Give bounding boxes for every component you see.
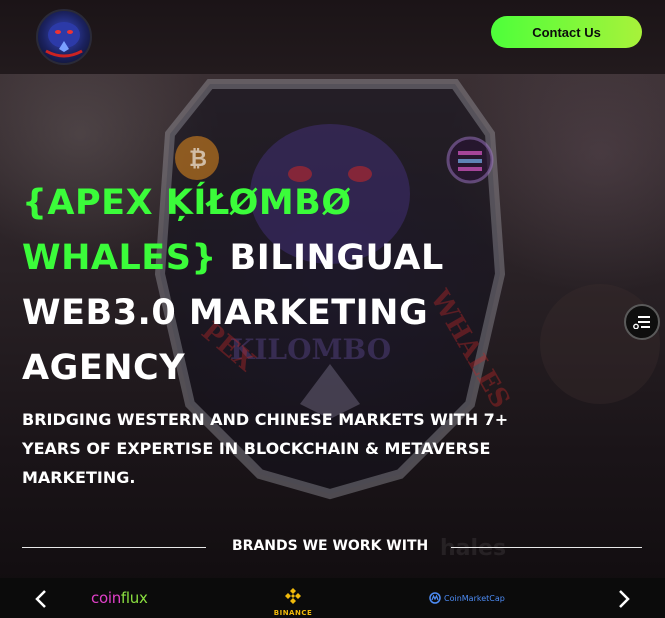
hero-subtitle: BRIDGING WESTERN AND CHINESE MARKETS WIT…	[22, 410, 509, 487]
whale-gorilla-logo-icon	[45, 22, 83, 58]
brand-logo-coinflux: coinflux	[91, 589, 148, 607]
coinmarketcap-text: CoinMarketCap	[444, 593, 505, 603]
floating-menu-button[interactable]	[624, 304, 660, 340]
coinflux-text-coin: coin	[91, 589, 121, 607]
hero-title-line-4: AGENCY	[22, 348, 186, 388]
coinmarketcap-icon	[429, 592, 441, 604]
brand-logo-coinmarketcap: CoinMarketCap	[429, 592, 505, 604]
hero-title-bilingual: BILINGUAL	[216, 238, 444, 278]
brands-divider-left	[22, 547, 206, 548]
brand-logo-binance: BINANCE	[270, 588, 316, 617]
brands-divider-right	[451, 547, 642, 548]
svg-text:₿: ₿	[189, 147, 207, 172]
chevron-right-icon	[619, 590, 630, 608]
brands-heading: BRANDS WE WORK WITH	[232, 538, 429, 554]
site-header: Contact Us	[0, 0, 665, 74]
hero-title-line-3: WEB3.0 MARKETING	[22, 293, 429, 333]
carousel-prev-button[interactable]	[31, 589, 51, 611]
hero-title-brand-line-2: WHALES}	[22, 238, 217, 278]
hero-title-brand-line-1: {APEX ĶÍŁØMBØ	[22, 183, 352, 223]
carousel-next-button[interactable]	[614, 589, 634, 611]
menu-list-icon	[633, 316, 650, 329]
binance-diamond-icon	[285, 588, 301, 604]
brand-logo[interactable]	[36, 9, 92, 65]
binance-text: BINANCE	[273, 609, 313, 617]
chevron-left-icon	[35, 590, 46, 608]
contact-us-button[interactable]: Contact Us	[491, 16, 642, 48]
coinflux-text-flux: flux	[120, 589, 148, 607]
background-watermark-text: hales	[440, 536, 507, 561]
hero-title: {APEX ĶÍŁØMBØ WHALES} BILINGUAL WEB3.0 MAR…	[22, 176, 482, 396]
